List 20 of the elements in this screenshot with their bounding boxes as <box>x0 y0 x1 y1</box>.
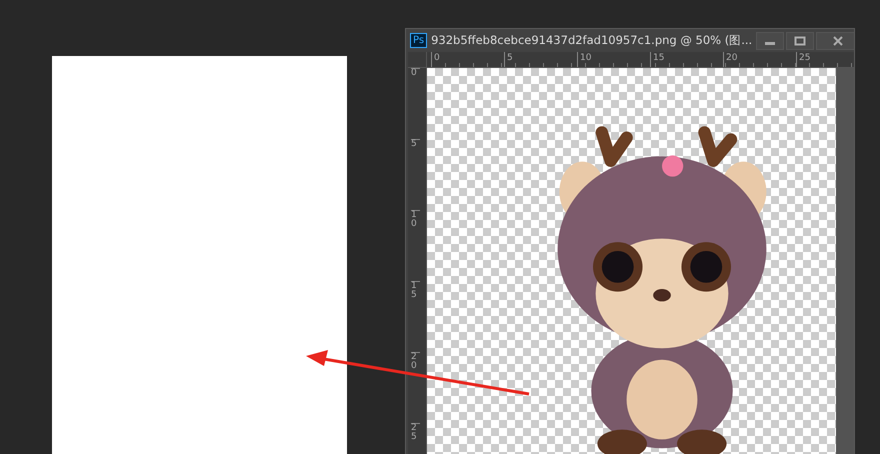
ruler-label: 10 <box>577 52 650 67</box>
close-icon <box>832 36 844 46</box>
maximize-button[interactable] <box>786 32 814 50</box>
ruler-label: 10 <box>411 210 420 281</box>
app-badge: Ps <box>410 33 428 48</box>
ruler-label: 20 <box>411 352 420 423</box>
minimize-icon <box>765 42 776 45</box>
ruler-label: 25 <box>796 52 854 67</box>
maximize-icon <box>794 36 806 46</box>
ruler-label: 0 <box>411 68 420 139</box>
window-title: 932b5ffeb8cebce91437d2fad10957c1.png @ 50% (图... <box>431 33 752 48</box>
ruler-label: 25 <box>411 423 420 454</box>
ruler-label: 15 <box>650 52 723 67</box>
close-button[interactable] <box>816 32 854 50</box>
ruler-label: 15 <box>411 281 420 352</box>
ruler-label: 0 <box>431 52 504 67</box>
ruler-label: 20 <box>723 52 796 67</box>
ruler-label: 5 <box>504 52 577 67</box>
minimize-button[interactable] <box>756 32 784 50</box>
ruler-label: 5 <box>411 139 420 210</box>
